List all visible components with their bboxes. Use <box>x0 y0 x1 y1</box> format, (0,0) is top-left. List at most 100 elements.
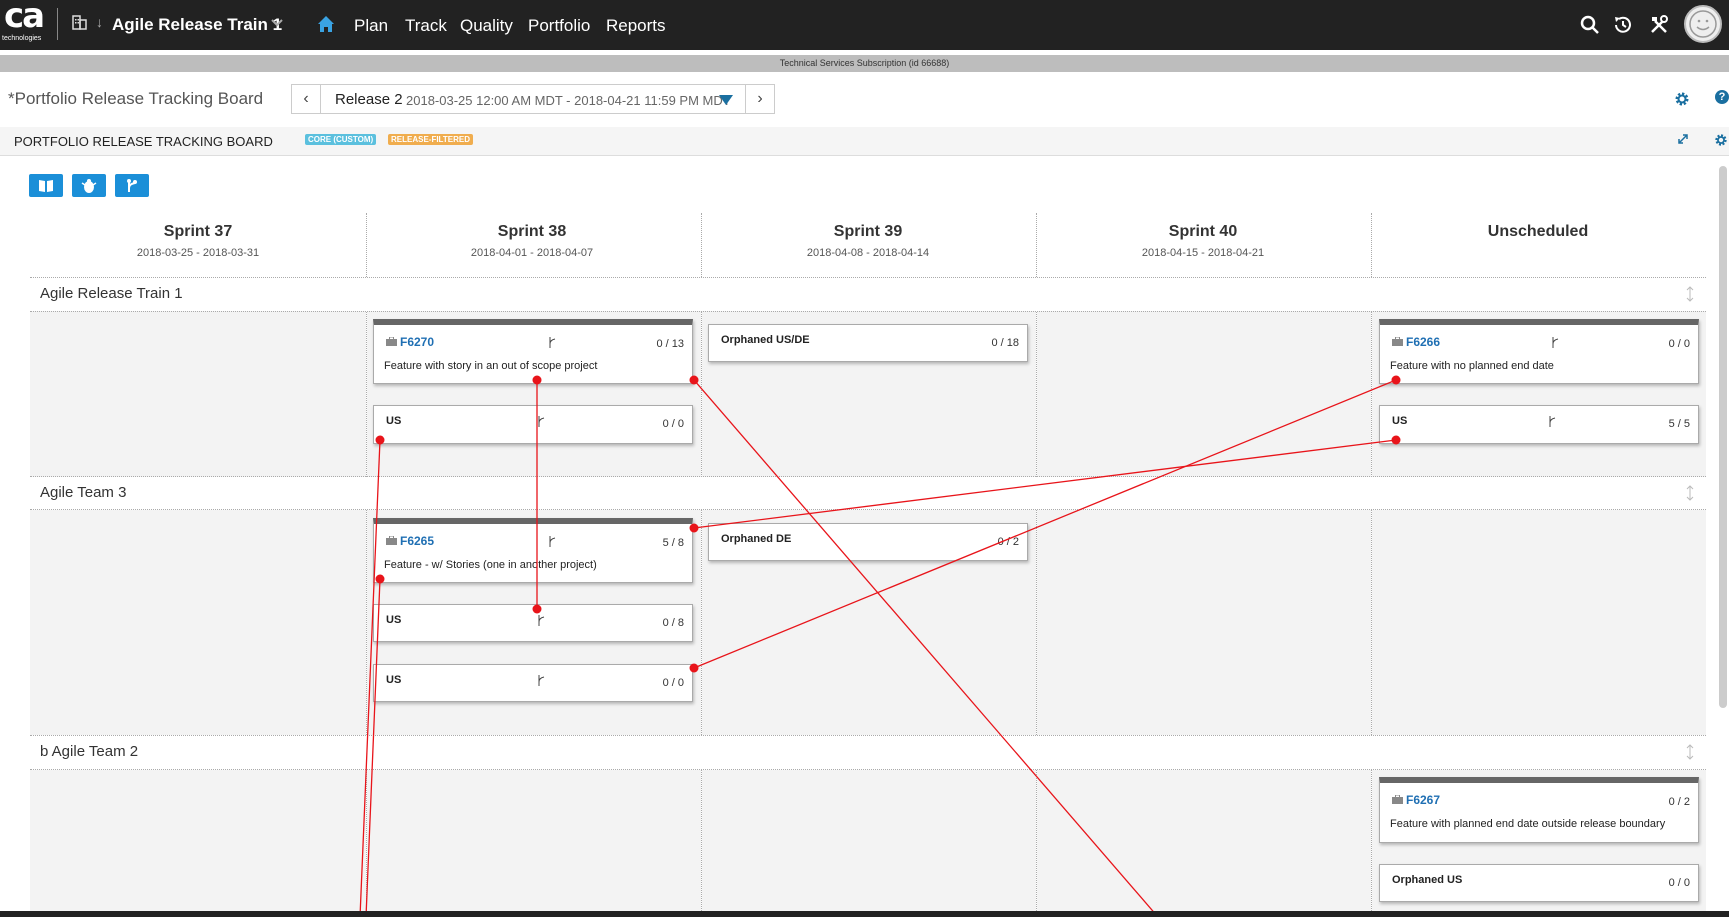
column-dates: 2018-04-01 - 2018-04-07 <box>470 247 594 259</box>
story-card[interactable]: US 0 / 0 <box>373 664 693 702</box>
nav-portfolio[interactable]: Portfolio <box>528 16 590 36</box>
orphaned-card[interactable]: Orphaned US/DE 0 / 18 <box>708 324 1028 362</box>
card-title: US <box>1392 415 1408 427</box>
feature-name: Feature with story in an out of scope pr… <box>384 360 598 372</box>
column-divider <box>366 213 367 913</box>
story-count: 5 / 5 <box>1668 418 1690 430</box>
dependency-icon[interactable] <box>1550 337 1559 348</box>
drag-handle-icon[interactable] <box>1686 485 1694 501</box>
release-picker[interactable]: Release 2 2018-03-25 12:00 AM MDT - 2018… <box>321 84 745 114</box>
briefcase-icon <box>386 536 397 545</box>
feature-id-link[interactable]: F6270 <box>400 335 434 349</box>
column-dates: 2018-04-15 - 2018-04-21 <box>1141 247 1265 259</box>
release-filtered-tag: RELEASE-FILTERED <box>388 134 473 145</box>
expand-icon[interactable] <box>1677 133 1689 145</box>
dependency-toggle-button[interactable] <box>115 174 149 197</box>
tools-icon[interactable] <box>1647 13 1671 37</box>
dependency-icon[interactable] <box>547 337 556 348</box>
history-icon[interactable] <box>1611 13 1635 37</box>
nav-track[interactable]: Track <box>405 16 447 36</box>
swimlane-header[interactable]: b Agile Team 2 <box>30 736 1706 769</box>
arrow-down-icon: ↓ <box>96 14 103 30</box>
story-count: 0 / 18 <box>991 337 1019 349</box>
column-name: Sprint 39 <box>833 223 903 240</box>
story-card[interactable]: US 0 / 8 <box>373 604 693 642</box>
column-dates: 2018-04-08 - 2018-04-14 <box>806 247 930 259</box>
feature-card-f6266[interactable]: F6266 0 / 0 Feature with no planned end … <box>1379 319 1699 384</box>
building-icon[interactable] <box>72 14 88 30</box>
column-name: Unscheduled <box>1487 223 1589 240</box>
swimlane-header[interactable]: Agile Release Train 1 <box>30 278 1706 311</box>
orphaned-card[interactable]: Orphaned DE 0 / 2 <box>708 523 1028 561</box>
dependency-icon[interactable] <box>536 615 545 626</box>
card-title: US <box>386 674 402 686</box>
column-name: Sprint 40 <box>1168 223 1238 240</box>
feature-id-link[interactable]: F6267 <box>1406 793 1440 807</box>
search-icon[interactable] <box>1578 13 1602 37</box>
feature-id-link[interactable]: F6265 <box>400 534 434 548</box>
column-sprint-39: Sprint 39 2018-04-08 - 2018-04-14 <box>701 213 1035 279</box>
dependency-branch-icon <box>127 178 137 192</box>
chevron-right-icon: › <box>757 90 763 107</box>
feature-card-f6265[interactable]: F6265 5 / 8 Feature - w/ Stories (one in… <box>373 518 693 583</box>
nav-quality[interactable]: Quality <box>460 16 513 36</box>
column-divider <box>1371 213 1372 913</box>
column-name: Sprint 37 <box>163 223 233 240</box>
feature-card-f6270[interactable]: F6270 0 / 13 Feature with story in an ou… <box>373 319 693 384</box>
story-count: 0 / 8 <box>662 617 684 629</box>
feature-name: Feature - w/ Stories (one in another pro… <box>384 559 597 571</box>
cell <box>702 770 1036 917</box>
home-icon[interactable] <box>317 15 335 33</box>
nav-reports[interactable]: Reports <box>606 16 666 36</box>
cell <box>1037 510 1371 735</box>
core-custom-tag: CORE (CUSTOM) <box>305 134 377 145</box>
swimlane-header[interactable]: Agile Team 3 <box>30 477 1706 510</box>
feature-id-link[interactable]: F6266 <box>1406 335 1440 349</box>
drag-handle-icon[interactable] <box>1686 286 1694 302</box>
dependency-icon[interactable] <box>1547 416 1556 427</box>
app-settings-gear-icon[interactable] <box>1714 133 1728 147</box>
story-card[interactable]: US 0 / 0 <box>373 405 693 444</box>
app-title: PORTFOLIO RELEASE TRACKING BOARD <box>14 134 273 149</box>
orphaned-card[interactable]: Orphaned US 0 / 0 <box>1379 864 1699 902</box>
help-icon[interactable]: ? <box>1715 90 1729 104</box>
dependency-icon[interactable] <box>536 416 545 427</box>
story-card[interactable]: US 5 / 5 <box>1379 405 1699 444</box>
caret-down-icon[interactable] <box>719 95 733 105</box>
nav-plan[interactable]: Plan <box>354 16 388 36</box>
subscription-banner: Technical Services Subscription (id 6668… <box>0 55 1729 72</box>
column-divider <box>701 213 702 913</box>
story-count: 0 / 0 <box>662 677 684 689</box>
feature-name: Feature with planned end date outside re… <box>1390 818 1666 830</box>
feature-card-f6267[interactable]: F6267 0 / 2 Feature with planned end dat… <box>1379 777 1699 843</box>
story-count: 0 / 0 <box>1668 338 1690 350</box>
card-title: Orphaned US/DE <box>721 334 810 346</box>
story-count: 5 / 8 <box>662 537 684 549</box>
briefcase-icon <box>386 337 397 346</box>
chevron-down-icon[interactable] <box>270 16 284 30</box>
row-divider <box>30 509 1706 510</box>
workspace-project-name[interactable]: Agile Release Train 1 <box>112 15 282 35</box>
ca-logo[interactable]: ca technologies <box>0 0 52 46</box>
cell <box>1372 510 1706 735</box>
story-count: 0 / 2 <box>1668 796 1690 808</box>
column-sprint-40: Sprint 40 2018-04-15 - 2018-04-21 <box>1036 213 1370 279</box>
story-count: 0 / 0 <box>662 418 684 430</box>
app-header: PORTFOLIO RELEASE TRACKING BOARD CORE (C… <box>0 127 1729 156</box>
dependency-icon[interactable] <box>536 675 545 686</box>
row-divider <box>30 311 1706 312</box>
briefcase-icon <box>1392 337 1403 346</box>
dependency-icon[interactable] <box>547 536 556 547</box>
card-title: Orphaned DE <box>721 533 792 545</box>
previous-release-button[interactable]: ‹ <box>291 84 321 114</box>
story-filter-button[interactable] <box>29 174 63 197</box>
vertical-scrollbar[interactable] <box>1719 166 1727 708</box>
next-release-button[interactable]: › <box>745 84 775 114</box>
user-avatar[interactable] <box>1684 5 1722 43</box>
swimlane-name: Agile Release Train 1 <box>40 285 183 302</box>
bottom-bar <box>0 911 1729 917</box>
page-settings-gear-icon[interactable] <box>1674 91 1690 107</box>
drag-handle-icon[interactable] <box>1686 744 1694 760</box>
column-name: Sprint 38 <box>497 223 567 240</box>
defect-filter-button[interactable] <box>72 174 106 197</box>
